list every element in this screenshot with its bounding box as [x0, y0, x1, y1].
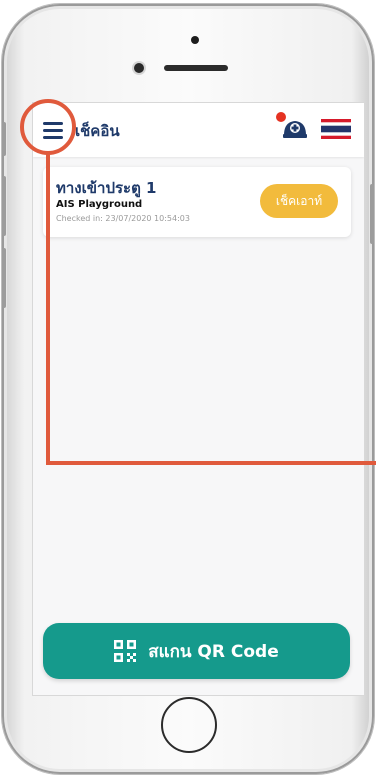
- volume-down-button: [2, 248, 6, 308]
- app-screen: เช็คอิน ทางเข้าประตู 1 AIS Playground Ch…: [32, 102, 365, 696]
- checkout-button[interactable]: เช็คเอาท์: [260, 184, 338, 218]
- annotation-line-vertical: [46, 154, 50, 464]
- sensor-dot: [191, 36, 199, 44]
- checkin-card: ทางเข้าประตู 1 AIS Playground Checked in…: [43, 167, 351, 237]
- home-button[interactable]: [161, 697, 217, 753]
- volume-up-button: [2, 176, 6, 236]
- thai-flag-icon[interactable]: [321, 119, 351, 139]
- qr-code-icon: [114, 640, 137, 662]
- notification-dot: [276, 112, 286, 122]
- annotation-line-horizontal: [46, 461, 376, 465]
- annotation-circle: [20, 99, 76, 155]
- scan-qr-button[interactable]: สแกน QR Code: [43, 623, 350, 679]
- checkin-time: Checked in: 23/07/2020 10:54:03: [56, 214, 190, 223]
- earpiece-speaker: [164, 65, 228, 71]
- place-name: AIS Playground: [56, 199, 143, 210]
- scan-button-label: สแกน QR Code: [148, 641, 279, 662]
- front-camera: [134, 63, 144, 73]
- app-bar: เช็คอิน: [33, 103, 364, 157]
- mute-switch: [2, 122, 6, 156]
- power-button: [370, 184, 374, 244]
- gate-name: ทางเข้าประตู 1: [56, 179, 157, 197]
- page-title: เช็คอิน: [75, 122, 120, 140]
- nurse-cap-icon[interactable]: [281, 117, 309, 141]
